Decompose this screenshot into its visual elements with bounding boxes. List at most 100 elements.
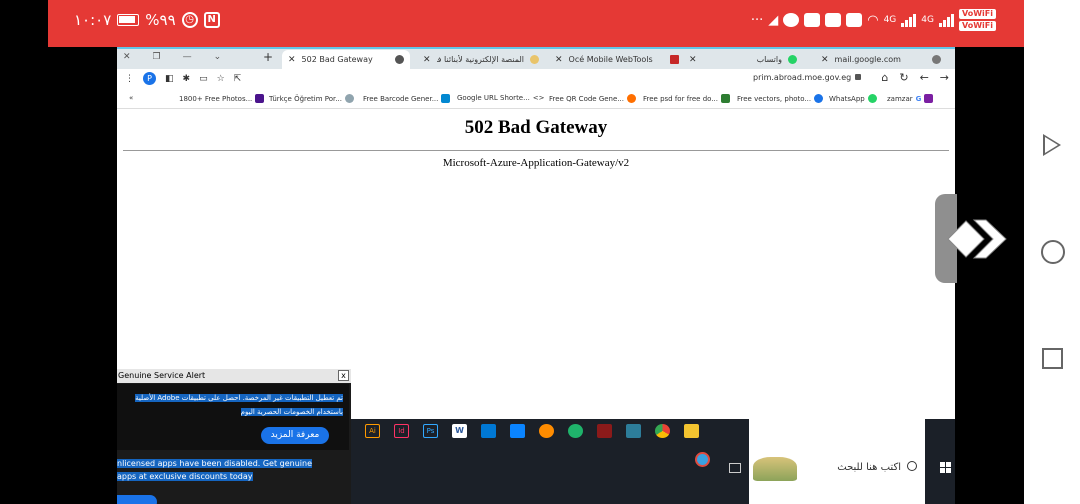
home-icon[interactable]: [1041, 240, 1065, 264]
restore-window-icon[interactable]: ❐: [153, 52, 161, 62]
whatsapp-icon: [788, 55, 797, 64]
illustrator-icon[interactable]: Ai: [365, 424, 380, 438]
bookmark-label: Free vectors, photo...: [737, 94, 812, 103]
tab-title: Océ Mobile WebTools: [568, 55, 653, 64]
alert-close-button[interactable]: x: [338, 370, 349, 381]
window-controls: ✕ ❐ — ⌄: [123, 52, 221, 62]
remote-desktop-view[interactable]: ✕ ❐ — ⌄ + ✕ 502 Bad Gateway ✕ المنصة الإ…: [117, 47, 955, 504]
minimize-window-icon[interactable]: —: [183, 52, 192, 62]
forward-icon[interactable]: ←: [920, 71, 929, 84]
app-icon[interactable]: [481, 424, 496, 438]
search-highlight-image: [753, 457, 797, 481]
tab-oce-webtools[interactable]: ✕ Océ Mobile WebTools: [549, 50, 685, 69]
bookmark-favicon: [344, 94, 354, 103]
tab-502-bad-gateway[interactable]: ✕ 502 Bad Gateway: [282, 50, 410, 69]
vowifi-badges: VoWiFi VoWiFi: [958, 9, 996, 31]
bookmark-whatsapp[interactable]: WhatsApp: [829, 94, 877, 103]
bookmark-1800-photos[interactable]: 1800+ Free Photos...: [179, 94, 265, 103]
home-icon[interactable]: ⌂: [881, 71, 888, 84]
extensions-icon[interactable]: ✱: [183, 74, 191, 84]
tab-whatsapp[interactable]: ✕ واتساب: [683, 50, 803, 69]
profile-avatar[interactable]: P: [143, 72, 156, 85]
close-tab-icon[interactable]: ✕: [821, 55, 829, 65]
alert-arabic-message: تم تعطيل التطبيقات غير المرخصة. احصل على…: [135, 394, 343, 416]
bookmark-qr[interactable]: Free QR Code Gene...: [549, 94, 636, 103]
tab-moe-platform[interactable]: ✕ المنصة الإلكترونية لأبنائنا في ...: [417, 50, 545, 69]
toolbar-left: ⋮ P ◧ ✱ ▭ ☆ ⇱: [125, 72, 241, 85]
chrome-icon[interactable]: [655, 424, 670, 438]
bookmark-star-icon[interactable]: ☆: [217, 74, 225, 84]
store-icon[interactable]: [626, 424, 641, 438]
tab-title: المنصة الإلكترونية لأبنائنا في ...: [437, 55, 524, 64]
toolbar-nav: ⌂ ↻ ← →: [881, 71, 949, 84]
word-icon[interactable]: W: [452, 424, 467, 438]
bookmark-favicon: [721, 94, 730, 103]
close-tab-icon[interactable]: ✕: [423, 55, 431, 65]
tab-favicon: [670, 55, 679, 64]
bookmarks-bar: « 1800+ Free Photos... Türkçe Öğretim Po…: [117, 89, 955, 109]
more-notifications: ···: [750, 12, 764, 28]
weather-widget-icon[interactable]: [695, 452, 710, 467]
close-tab-icon[interactable]: ✕: [689, 55, 697, 65]
tab-search-icon[interactable]: ⌄: [214, 52, 222, 62]
taskbar-search[interactable]: اكتب هنا للبحث: [749, 419, 925, 504]
sidebar-icon[interactable]: ◧: [165, 74, 174, 84]
bookmark-barcode[interactable]: Free Barcode Gener...: [363, 94, 451, 103]
close-tab-icon[interactable]: ✕: [555, 55, 563, 65]
search-app-icon[interactable]: [539, 424, 554, 438]
alert-action-button[interactable]: [117, 495, 157, 504]
tab-gmail[interactable]: ✕ mail.google.com: [815, 50, 947, 69]
vowifi-badge-2: VoWiFi: [958, 21, 996, 31]
cast-icon[interactable]: ▭: [199, 74, 208, 84]
alert-titlebar: Genuine Service Alert x: [117, 369, 351, 383]
tab-title: mail.google.com: [834, 55, 901, 64]
app-icon[interactable]: [597, 424, 612, 438]
edge-icon[interactable]: [568, 424, 583, 438]
alert-card: تم تعطيل التطبيقات غير المرخصة. احصل على…: [117, 384, 349, 450]
recents-icon[interactable]: [1042, 348, 1063, 369]
file-explorer-icon[interactable]: [684, 424, 699, 438]
address-bar[interactable]: prim.abroad.moe.gov.eg: [753, 73, 851, 82]
lock-icon[interactable]: [855, 74, 861, 80]
search-icon: [907, 461, 917, 471]
battery-percent: %٩٩: [145, 11, 176, 29]
bookmark-vectors[interactable]: Free vectors, photo...: [737, 94, 824, 103]
signal-icon-2: [938, 13, 954, 27]
photoshop-icon[interactable]: Ps: [423, 424, 438, 438]
close-tab-icon[interactable]: ✕: [288, 55, 296, 65]
alert-arabic-text: تم تعطيل التطبيقات غير المرخصة. احصل على…: [117, 391, 343, 419]
bookmark-label: Free psd for free do...: [643, 94, 718, 103]
alert-english-text: nlicensed apps have been disabled. Get g…: [117, 457, 349, 483]
clock: ١٠:٠٧: [74, 11, 112, 29]
tab-favicon: [932, 55, 941, 64]
divider: [123, 150, 949, 151]
learn-more-button[interactable]: معرفة المزيد: [261, 427, 329, 444]
tab-title: 502 Bad Gateway: [301, 55, 373, 64]
nfc-icon: N: [203, 12, 220, 28]
bookmark-url-shortener[interactable]: Google URL Shorte... <>: [457, 94, 545, 102]
bookmark-label: zamzar: [887, 94, 913, 103]
task-view-icon[interactable]: [729, 463, 741, 473]
reload-icon[interactable]: ↻: [899, 71, 908, 84]
bookmark-zamzar[interactable]: zamzar G: [887, 94, 934, 103]
back-icon[interactable]: →: [940, 71, 949, 84]
messenger-icon: [783, 13, 800, 27]
back-icon[interactable]: [1043, 134, 1061, 156]
bookmark-label: Free QR Code Gene...: [549, 94, 624, 103]
anydesk-logo-icon[interactable]: [946, 214, 1018, 264]
bookmark-label: Free Barcode Gener...: [363, 94, 439, 103]
share-icon[interactable]: ⇱: [234, 74, 242, 84]
new-tab-button[interactable]: +: [263, 50, 273, 64]
bookmark-turkce[interactable]: Türkçe Öğretim Por...: [269, 94, 354, 103]
bookmarks-more[interactable]: «: [129, 94, 133, 102]
close-window-icon[interactable]: ✕: [123, 52, 131, 62]
code-icon: <>: [532, 94, 545, 102]
menu-icon[interactable]: ⋮: [125, 74, 134, 84]
windows-start-icon[interactable]: [940, 462, 951, 473]
bookmark-favicon: [441, 94, 451, 103]
network-type-2: 4G: [921, 15, 934, 25]
genuine-service-alert: Genuine Service Alert x تم تعطيل التطبيق…: [117, 369, 351, 504]
mail-icon[interactable]: [510, 424, 525, 438]
indesign-icon[interactable]: Id: [394, 424, 409, 438]
bookmark-psd[interactable]: Free psd for free do...: [643, 94, 730, 103]
